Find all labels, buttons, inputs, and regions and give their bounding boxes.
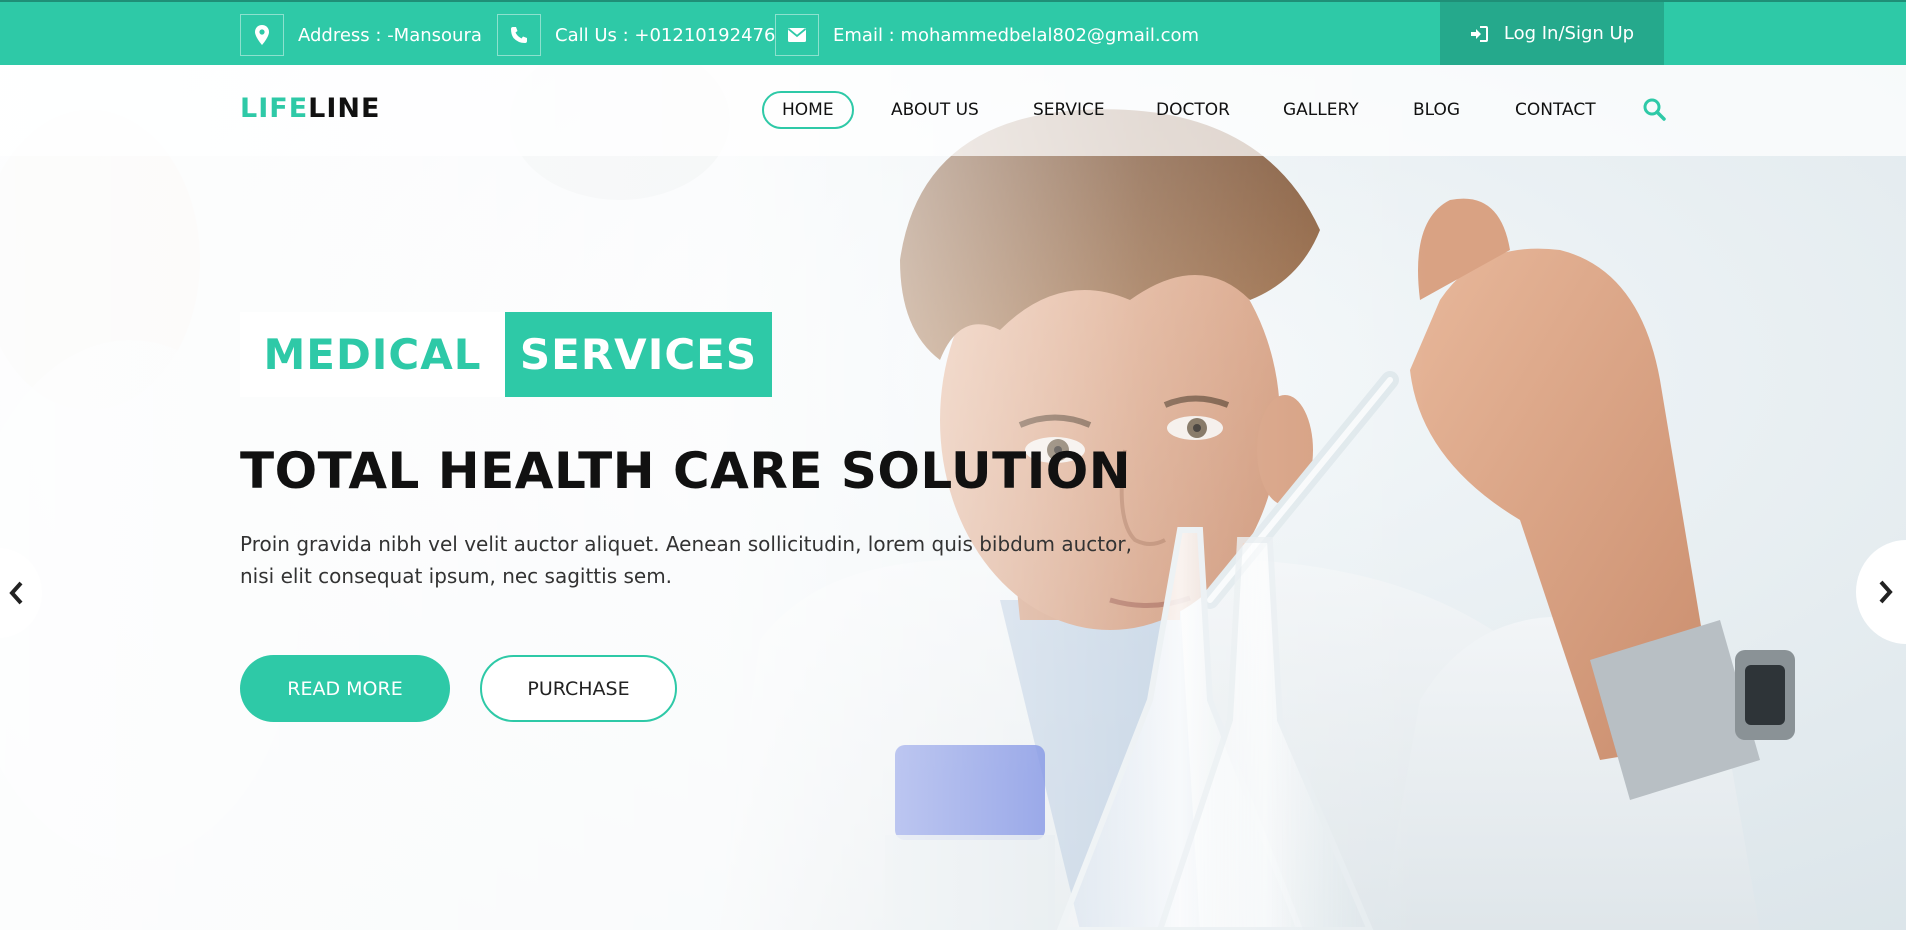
logo-part-line: LINE [308, 93, 381, 124]
login-signup-button[interactable]: Log In/Sign Up [1440, 2, 1664, 65]
email-text[interactable]: Email : mohammedbelal802@gmail.com [833, 25, 1199, 46]
hero-subtext: Proin gravida nibh vel velit auctor aliq… [240, 528, 1140, 592]
phone-text: Call Us : +01210192476 [555, 24, 776, 46]
address-item: Address : -Mansoura [240, 14, 482, 56]
login-signup-label: Log In/Sign Up [1503, 23, 1635, 44]
nav-item-doctor[interactable]: DOCTOR [1136, 91, 1250, 129]
sign-in-icon [1470, 25, 1488, 42]
chevron-left-icon [9, 581, 23, 605]
nav-item-blog[interactable]: BLOG [1393, 91, 1480, 129]
read-more-button[interactable]: READ MORE [240, 655, 450, 722]
logo-part-life: LIFE [240, 93, 309, 124]
phone-item: Call Us : +01210192476 [497, 14, 775, 56]
top-contact-bar: Address : -Mansoura Call Us : +012101924… [0, 0, 1906, 65]
search-icon[interactable] [1642, 97, 1666, 125]
nav-item-home[interactable]: HOME [762, 91, 854, 129]
hero-tag-services: SERVICES [505, 312, 772, 397]
nav-item-gallery[interactable]: GALLERY [1263, 91, 1379, 129]
hero-headline: TOTAL HEALTH CARE SOLUTION [240, 442, 1132, 500]
hero-subtext-line-2: nisi elit consequat ipsum, nec sagittis … [240, 564, 673, 588]
nav-item-contact[interactable]: CONTACT [1495, 91, 1616, 129]
nav-item-service[interactable]: SERVICE [1013, 91, 1125, 129]
map-marker-icon [240, 14, 284, 56]
phone-icon [497, 14, 541, 56]
email-item: Email : mohammedbelal802@gmail.com [775, 14, 1199, 56]
purchase-button[interactable]: PURCHASE [480, 655, 677, 722]
nav-item-about-us[interactable]: ABOUT US [871, 91, 999, 129]
hero-tag-medical: MEDICAL [240, 312, 505, 397]
site-logo[interactable]: LIFELINE [240, 93, 380, 124]
main-navbar: LIFELINE HOME ABOUT US SERVICE DOCTOR GA… [0, 65, 1906, 156]
chevron-right-icon [1879, 580, 1893, 604]
hero-subtext-line-1: Proin gravida nibh vel velit auctor aliq… [240, 532, 1132, 556]
envelope-icon [775, 14, 819, 56]
address-text: Address : -Mansoura [298, 24, 482, 46]
